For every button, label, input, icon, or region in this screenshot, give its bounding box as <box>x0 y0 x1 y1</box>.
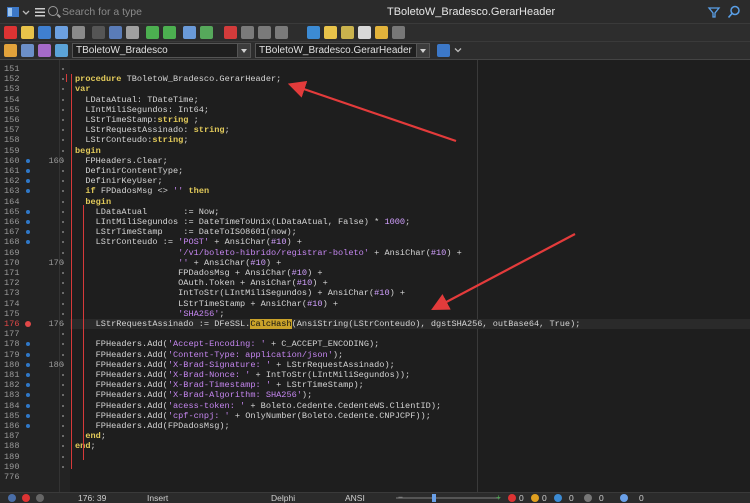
step-into-icon[interactable] <box>258 26 271 39</box>
cursor-position: 176: 39 <box>78 493 107 503</box>
zoom-in-icon[interactable]: + <box>496 492 501 502</box>
package-icon[interactable] <box>375 26 388 39</box>
navigate-icon[interactable] <box>437 44 450 57</box>
chevron-down-icon[interactable] <box>454 46 462 54</box>
more-tools-icon[interactable] <box>392 26 405 39</box>
zoom-slider-handle[interactable] <box>432 494 436 502</box>
zoom-out-icon[interactable]: − <box>398 492 403 502</box>
zoom-slider[interactable] <box>396 494 500 502</box>
annotation-arrows <box>287 80 576 311</box>
method-icon[interactable] <box>55 44 68 57</box>
edit-mode[interactable]: Insert <box>147 493 168 503</box>
window-title: TBoletoW_Bradesco.GerarHeader <box>387 6 556 18</box>
warning-icon[interactable] <box>531 494 539 502</box>
info-count: 0 <box>599 493 604 503</box>
annotation-arrow-1 <box>287 80 457 143</box>
hint-icon[interactable] <box>554 494 562 502</box>
new-form-icon[interactable] <box>307 26 320 39</box>
error-icon[interactable] <box>508 494 516 502</box>
copy-icon[interactable] <box>109 26 122 39</box>
structure-icon[interactable] <box>4 44 17 57</box>
run-without-debug-icon[interactable] <box>200 26 213 39</box>
language-mode[interactable]: Delphi <box>271 493 295 503</box>
class-selector-value: TBoletoW_Bradesco <box>76 45 168 56</box>
status-bar: 176: 39 Insert Delphi ANSI − + 0 0 0 0 0 <box>0 492 750 503</box>
play-macro-icon[interactable] <box>36 494 44 502</box>
stop-macro-icon[interactable] <box>22 494 30 502</box>
error-count: 0 <box>519 493 524 503</box>
stop-icon[interactable] <box>4 26 17 39</box>
chevron-down-icon[interactable] <box>22 5 30 19</box>
step-out-icon[interactable] <box>275 26 288 39</box>
info-icon[interactable] <box>584 494 592 502</box>
structure-selector-bar: TBoletoW_Bradesco TBoletoW_Bradesco.Gera… <box>0 42 750 60</box>
title-bar: Search for a type TBoletoW_Bradesco.Gera… <box>0 0 750 24</box>
annotation-arrow-2 <box>431 233 576 311</box>
hint-count: 0 <box>569 493 574 503</box>
type-search-input[interactable]: Search for a type <box>48 4 278 20</box>
method-selector[interactable]: TBoletoW_Bradesco.GerarHeader <box>255 43 430 58</box>
run-icon[interactable] <box>183 26 196 39</box>
file-encoding[interactable]: ANSI <box>345 493 365 503</box>
type-search-placeholder: Search for a type <box>62 6 142 18</box>
find-icon[interactable] <box>726 4 742 20</box>
title-right-tools <box>704 4 744 20</box>
new-file-icon[interactable] <box>72 26 85 39</box>
pause-icon[interactable] <box>224 26 237 39</box>
paste-icon[interactable] <box>126 26 139 39</box>
cut-icon[interactable] <box>92 26 105 39</box>
redo-icon[interactable] <box>163 26 176 39</box>
code-editor[interactable]: 151 152 procedure TBoletoW_Bradesco.GerarH… <box>0 60 750 492</box>
method-selector-value: TBoletoW_Bradesco.GerarHeader <box>259 45 412 56</box>
step-over-icon[interactable] <box>241 26 254 39</box>
layout-icon[interactable] <box>6 5 20 19</box>
main-toolbar <box>0 24 750 42</box>
list-icon[interactable] <box>33 5 47 19</box>
unit-icon[interactable] <box>21 44 34 57</box>
message-icon[interactable] <box>620 494 628 502</box>
open-file-icon[interactable] <box>21 26 34 39</box>
message-count: 0 <box>639 493 644 503</box>
warning-count: 0 <box>542 493 547 503</box>
class-selector[interactable]: TBoletoW_Bradesco <box>72 43 251 58</box>
record-macro-icon[interactable] <box>8 494 16 502</box>
chevron-down-icon[interactable] <box>416 44 429 57</box>
class-icon[interactable] <box>38 44 51 57</box>
search-icon <box>48 6 58 16</box>
undo-icon[interactable] <box>146 26 159 39</box>
edit-icon[interactable] <box>324 26 337 39</box>
project-icon[interactable] <box>341 26 354 39</box>
save-icon[interactable] <box>38 26 51 39</box>
filter-icon[interactable] <box>706 4 722 20</box>
save-all-icon[interactable] <box>55 26 68 39</box>
settings-icon[interactable] <box>358 26 371 39</box>
chevron-down-icon[interactable] <box>237 44 250 57</box>
